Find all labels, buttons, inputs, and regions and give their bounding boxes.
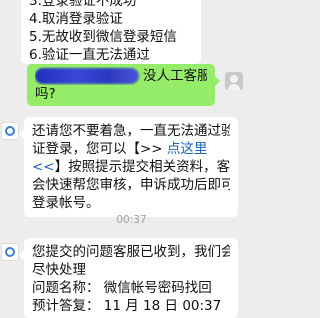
- user-message-line-1: 没人工客服: [35, 67, 207, 85]
- service-avatar-icon[interactable]: [1, 122, 19, 140]
- service-logo-icon-2: [5, 247, 15, 257]
- service-logo-icon: [5, 126, 15, 136]
- reply-1-line-4: 会快速帮您审核，申诉成功后即可: [32, 177, 230, 193]
- user-avatar-body: [228, 84, 240, 90]
- menu-option-5[interactable]: 5.无故收到微信登录短信: [29, 28, 193, 46]
- click-here-link[interactable]: 点这里: [167, 141, 208, 157]
- reply-1-line-5: 登录帐号。: [32, 195, 100, 211]
- reply-1-line-2-text: 证登录，您可以【>>: [32, 141, 163, 157]
- user-message-text: 没人工客服: [143, 68, 207, 84]
- reply-1-line-3: <<】按照提示提交相关资料，客服: [32, 158, 230, 176]
- message-bubble-incoming-reply: 还请您不要着急，一直无法通过验 证登录，您可以【>> 点这里 <<】按照提示提交…: [19, 117, 238, 217]
- message-bubble-incoming-menu: 3.登录验证不成功 4.取消登录验证 5.无故收到微信登录短信 6.验证一直无法…: [21, 0, 201, 64]
- redacted-text-blur: [35, 68, 139, 84]
- reply-1-line-2: 证登录，您可以【>> 点这里: [32, 140, 230, 158]
- click-here-link-end[interactable]: <<: [32, 159, 55, 175]
- expected-reply-line: 预计答复： 11 月 18 日 00:37: [32, 298, 222, 314]
- reply-1-line-3-text: 】按照提示提交相关资料，客服: [54, 159, 230, 175]
- service-avatar-icon-2[interactable]: [1, 243, 19, 261]
- menu-option-3[interactable]: 3.登录验证不成功: [29, 0, 193, 10]
- user-message-line-2: 吗?: [35, 86, 56, 102]
- problem-name-line: 问题名称： 微信帐号密码找回: [32, 280, 212, 296]
- reply-2-line-2: 尽快处理: [32, 262, 86, 278]
- reply-2-line-1: 您提交的问题客服已收到，我们会: [32, 244, 230, 260]
- message-timestamp: 00:37: [116, 214, 147, 226]
- reply-1-line-1: 还请您不要着急，一直无法通过验: [32, 123, 230, 139]
- menu-option-6[interactable]: 6.验证一直无法通过: [29, 46, 193, 64]
- user-avatar[interactable]: [225, 72, 243, 90]
- menu-option-4[interactable]: 4.取消登录验证: [29, 10, 193, 28]
- message-bubble-outgoing: 没人工客服 吗?: [27, 64, 220, 106]
- message-bubble-incoming-receipt: 您提交的问题客服已收到，我们会 尽快处理 问题名称： 微信帐号密码找回 预计答复…: [19, 238, 238, 318]
- user-avatar-head: [230, 75, 238, 83]
